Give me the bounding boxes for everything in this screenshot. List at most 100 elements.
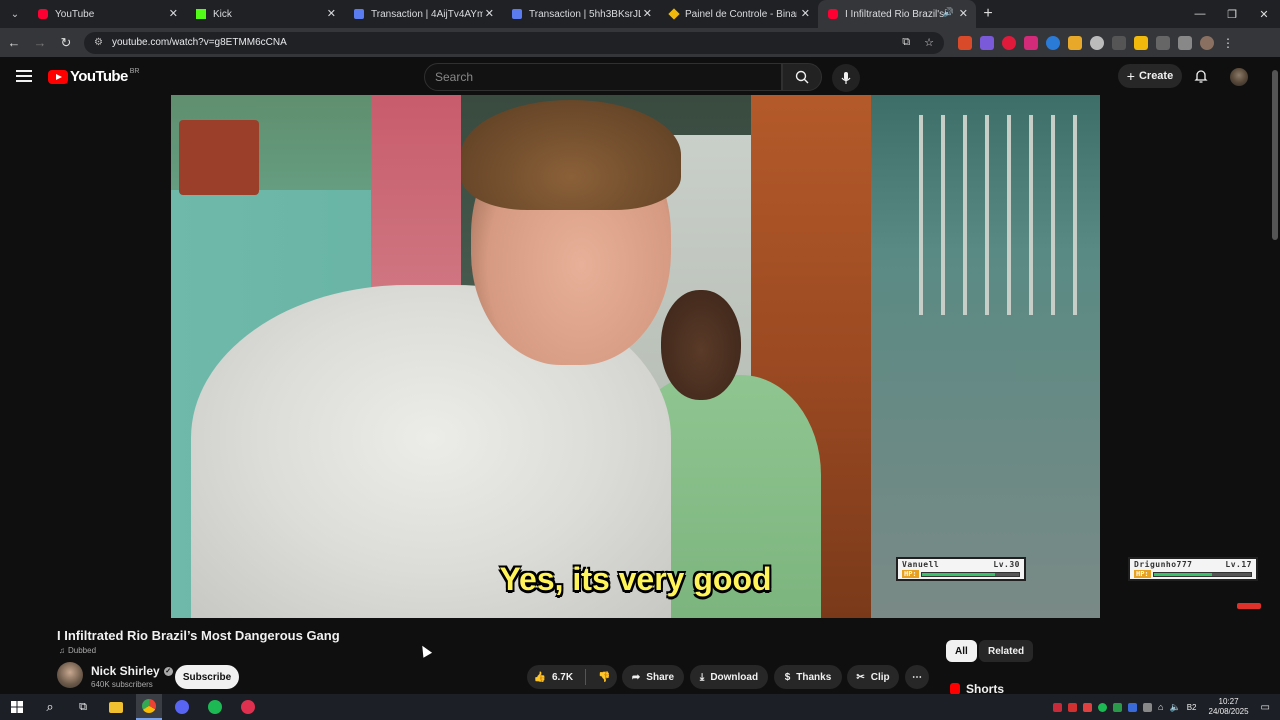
like-dislike-group: 👍 6.7K 👎 <box>527 665 617 689</box>
browser-menu-icon[interactable]: ⋮ <box>1222 36 1234 50</box>
search-icon <box>795 70 809 84</box>
tray-app-icon[interactable] <box>1113 702 1123 712</box>
minimize-icon[interactable]: — <box>1184 0 1216 28</box>
back-arrow-icon[interactable]: ← <box>2 31 26 55</box>
tray-app-icon[interactable] <box>1098 702 1108 712</box>
youtube-masthead: YouTube BR Search + Create <box>0 57 1280 97</box>
thanks-button[interactable]: $ Thanks <box>774 665 842 689</box>
hp-overlay-left: Vanuell Lv.30 HP: <box>896 557 1026 581</box>
browser-tab[interactable]: Kick ✕ <box>186 0 344 28</box>
share-button[interactable]: ➦ Share <box>622 665 684 689</box>
app-taskbar-icon[interactable] <box>235 694 261 720</box>
like-button[interactable]: 👍 6.7K <box>533 672 573 683</box>
tray-app-icon[interactable] <box>1143 702 1153 712</box>
extension-icon[interactable] <box>1002 35 1016 50</box>
channel-name-link[interactable]: Nick Shirley ✓ <box>91 664 173 678</box>
forward-arrow-icon[interactable]: → <box>28 31 52 55</box>
hp-bar <box>1152 571 1252 577</box>
channel-avatar[interactable] <box>57 662 83 688</box>
restore-icon[interactable]: ❐ <box>1216 0 1248 28</box>
tray-app-icon[interactable] <box>1083 702 1093 712</box>
chip-all[interactable]: All <box>946 640 977 662</box>
explorer-favicon-icon <box>354 9 364 19</box>
bookmark-star-icon[interactable]: ☆ <box>924 36 934 49</box>
browser-tab[interactable]: Transaction | 5hh3BKsrJLWU52 ✕ <box>502 0 660 28</box>
clip-button[interactable]: ✂ Clip <box>847 665 899 689</box>
task-view-icon[interactable]: ⧉ <box>70 694 96 720</box>
close-tab-icon[interactable]: ✕ <box>169 8 178 20</box>
chrome-taskbar-icon[interactable] <box>136 694 162 720</box>
hp-bar-fill <box>921 572 995 576</box>
taskbar-clock[interactable]: 10:27 24/08/2025 <box>1209 697 1249 717</box>
windows-start-icon[interactable] <box>4 694 30 720</box>
extension-icon[interactable] <box>958 35 972 50</box>
browser-tab[interactable]: YouTube ✕ <box>28 0 186 28</box>
account-avatar[interactable] <box>1230 68 1248 86</box>
address-bar[interactable]: ⚙ youtube.com/watch?v=g8ETMM6cCNA ⧉ ☆ <box>84 31 944 54</box>
video-title: I Infiltrated Rio Brazil’s Most Dangerou… <box>57 628 340 643</box>
browser-tab[interactable]: Painel de Controle - Binance ✕ <box>660 0 818 28</box>
like-count: 6.7K <box>551 671 574 683</box>
browser-tab[interactable]: Transaction | 4AijTv4AYmNwG1 ✕ <box>344 0 502 28</box>
profile-avatar-icon[interactable] <box>1200 35 1214 50</box>
extension-icon[interactable] <box>1090 35 1104 50</box>
site-info-icon[interactable]: ⚙ <box>94 37 104 48</box>
create-button[interactable]: + Create <box>1118 64 1182 88</box>
voice-search-button[interactable] <box>832 64 860 92</box>
video-scene <box>901 115 1081 315</box>
notification-center-icon[interactable]: ▭ <box>1261 702 1270 713</box>
browser-tab-active[interactable]: I Infiltrated Rio Brazil's Mo 🔊 ✕ <box>818 0 976 28</box>
search-button[interactable] <box>782 63 822 91</box>
extension-icon[interactable] <box>1046 35 1060 50</box>
url-text: youtube.com/watch?v=g8ETMM6cCNA <box>112 37 287 48</box>
extension-icon[interactable] <box>1024 35 1038 50</box>
volume-icon[interactable]: 🔈 <box>1169 702 1180 713</box>
close-tab-icon[interactable]: ✕ <box>643 8 652 20</box>
tray-app-icon[interactable] <box>1128 702 1138 712</box>
close-tab-icon[interactable]: ✕ <box>327 8 336 20</box>
video-player[interactable]: Yes, its very good Vanuell Lv.30 HP: <box>171 95 1100 618</box>
reload-icon[interactable]: ↻ <box>54 31 78 55</box>
thumbs-down-icon[interactable]: 👎 <box>598 672 610 683</box>
close-window-icon[interactable]: ✕ <box>1248 0 1280 28</box>
plus-icon: + <box>1126 68 1135 84</box>
subscribe-button[interactable]: Subscribe <box>175 665 239 689</box>
search-input[interactable]: Search <box>424 63 782 91</box>
chip-related[interactable]: Related <box>979 640 1034 662</box>
video-scene <box>179 120 259 195</box>
spotify-taskbar-icon[interactable] <box>202 694 228 720</box>
extension-icon[interactable] <box>980 35 994 50</box>
close-tab-icon[interactable]: ✕ <box>959 8 968 20</box>
notifications-bell-icon[interactable] <box>1193 68 1209 84</box>
network-icon[interactable]: ⌂ <box>1158 702 1163 712</box>
install-app-icon[interactable]: ⧉ <box>902 36 910 49</box>
close-tab-icon[interactable]: ✕ <box>801 8 810 20</box>
taskbar-search-icon[interactable]: ⌕ <box>37 694 63 720</box>
new-tab-button[interactable]: + <box>976 5 1000 23</box>
tray-app-icon[interactable] <box>1053 702 1063 712</box>
scrollbar-thumb[interactable] <box>1272 70 1278 240</box>
tray-app-icon[interactable] <box>1068 702 1078 712</box>
download-label: Download <box>710 671 759 683</box>
tray-text: B2 <box>1186 702 1197 712</box>
youtube-logo[interactable]: YouTube BR <box>48 68 139 85</box>
share-arrow-icon: ➦ <box>631 671 641 683</box>
close-tab-icon[interactable]: ✕ <box>485 8 494 20</box>
guide-menu-icon[interactable] <box>16 70 32 82</box>
extension-icon[interactable] <box>1112 35 1126 50</box>
tab-search-chevron-icon[interactable]: ⌄ <box>2 4 28 24</box>
extension-icon[interactable] <box>1068 35 1082 50</box>
thanks-label: Thanks <box>796 671 832 683</box>
discord-taskbar-icon[interactable] <box>169 694 195 720</box>
extensions-puzzle-icon[interactable] <box>1156 35 1170 50</box>
hp-level: Lv.30 <box>993 560 1020 569</box>
reading-list-icon[interactable] <box>1178 35 1192 50</box>
more-actions-button[interactable]: ⋯ <box>905 665 929 689</box>
page-scrollbar[interactable] <box>1270 60 1280 694</box>
youtube-favicon-icon <box>828 9 838 19</box>
speaker-icon[interactable]: 🔊 <box>943 7 954 18</box>
download-button[interactable]: ⤓ Download <box>690 665 768 689</box>
file-explorer-icon[interactable] <box>103 694 129 720</box>
clock-time: 10:27 <box>1218 697 1239 706</box>
extension-icon[interactable] <box>1134 35 1148 50</box>
